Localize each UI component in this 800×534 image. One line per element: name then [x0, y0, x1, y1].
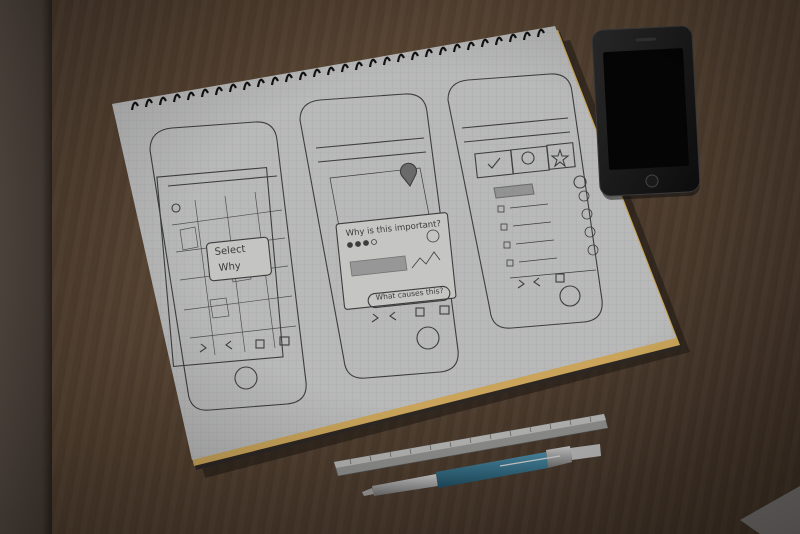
photo-scene: Select Why Why is this important? What c… — [0, 0, 800, 534]
why-label: Why — [218, 261, 241, 274]
scene-illustration: Select Why Why is this important? What c… — [112, 25, 800, 534]
laptop-corner — [740, 486, 800, 534]
smartphone-icon — [591, 25, 701, 200]
